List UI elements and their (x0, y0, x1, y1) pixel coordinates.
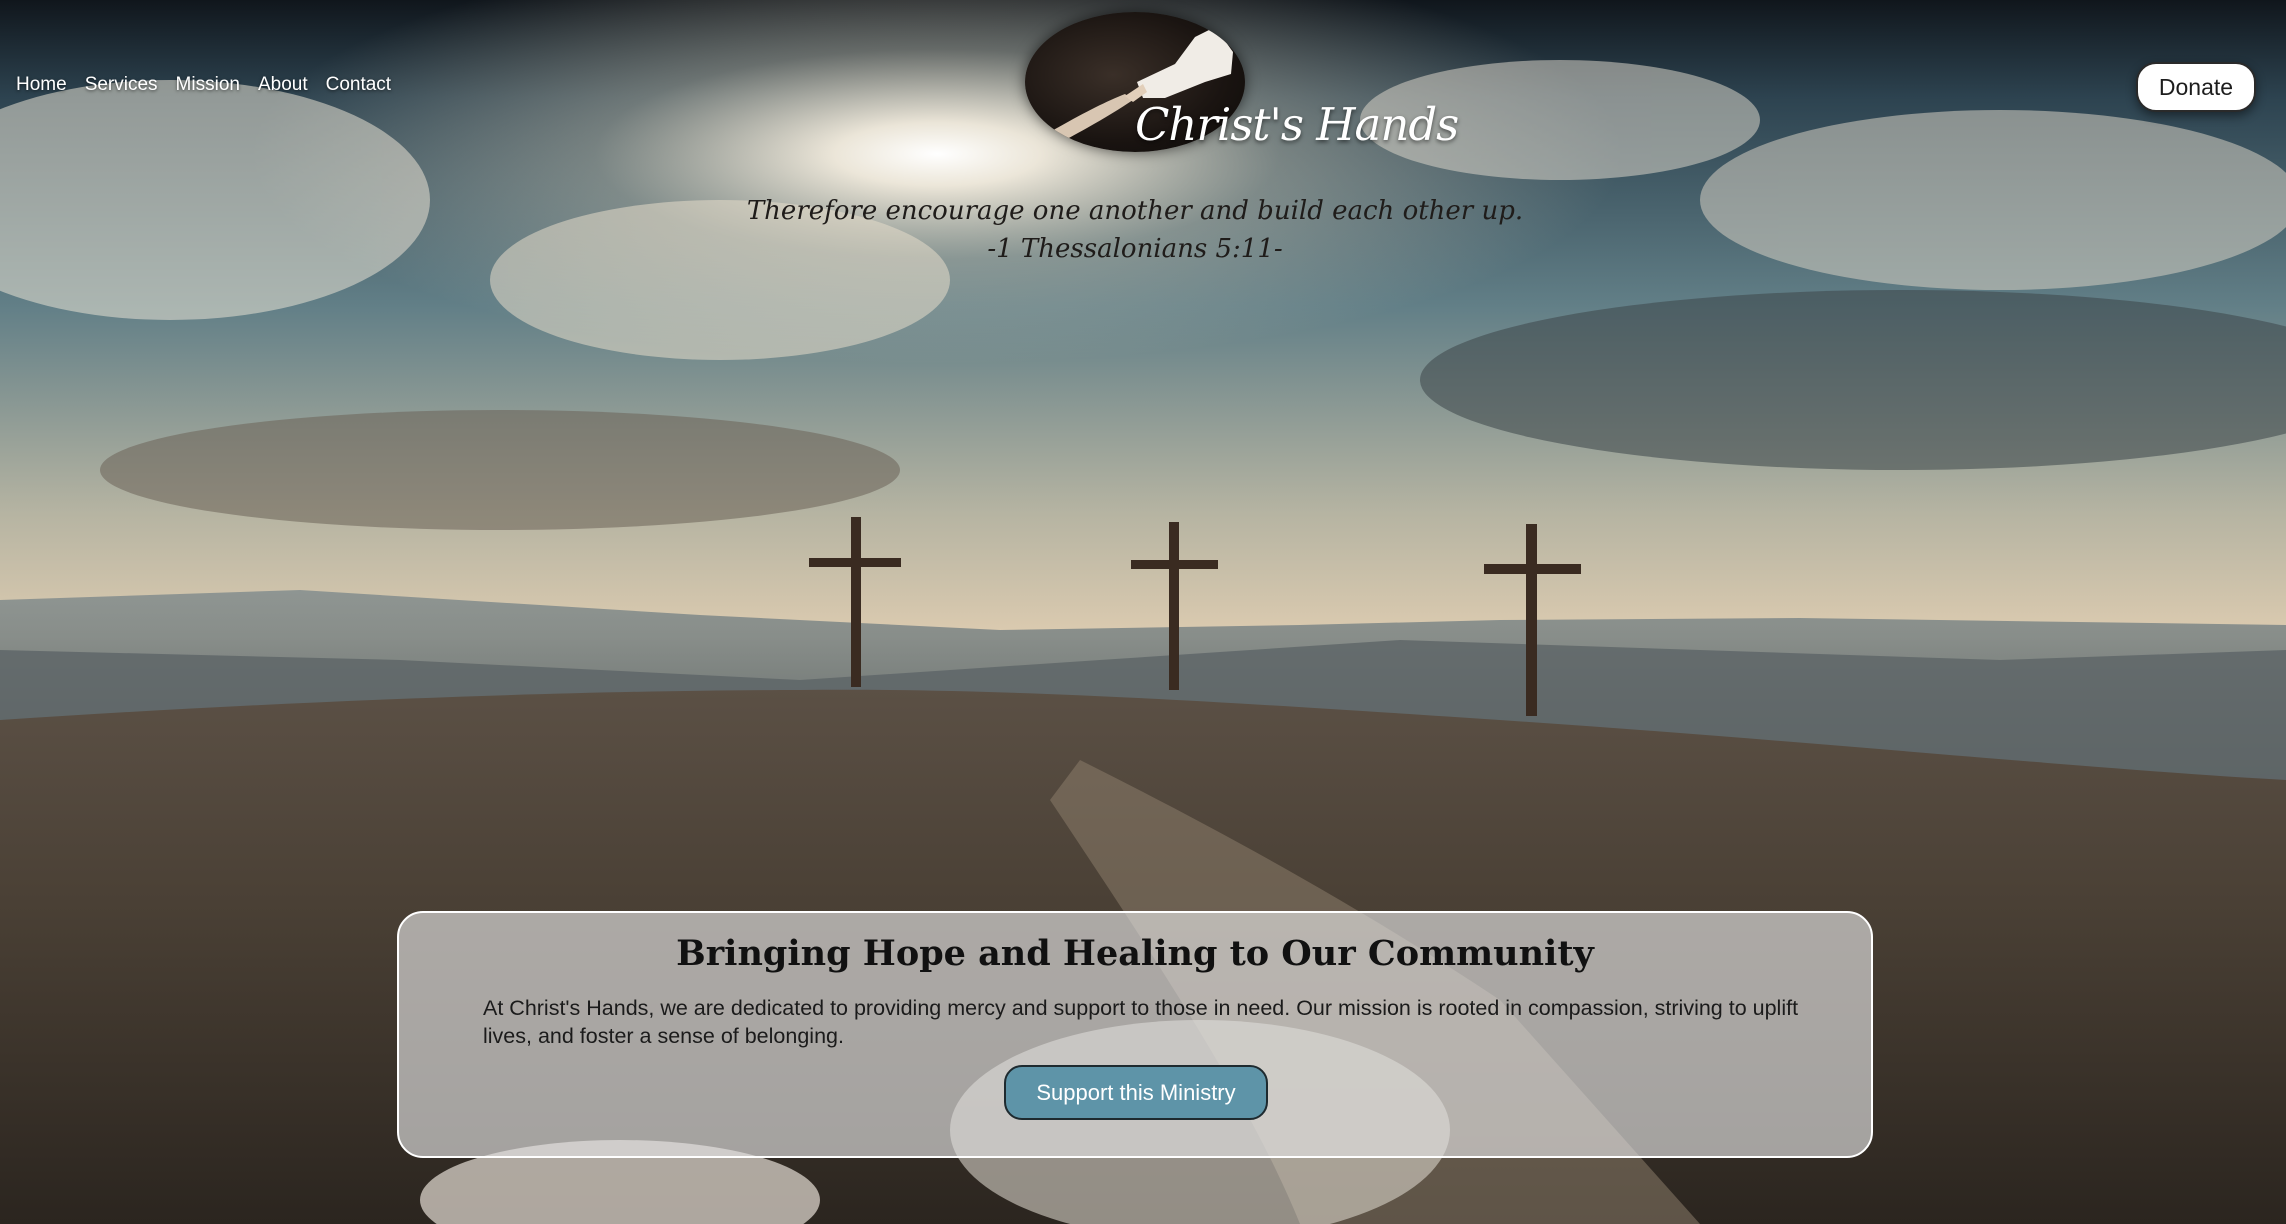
donate-button[interactable]: Donate (2136, 62, 2256, 112)
support-ministry-button[interactable]: Support this Ministry (1004, 1065, 1268, 1120)
site-logo[interactable]: Christ's Hands (1023, 10, 1459, 160)
mission-card: Bringing Hope and Healing to Our Communi… (397, 911, 1873, 1158)
logo-text: Christ's Hands (1135, 98, 1459, 151)
hero-description: At Christ's Hands, we are dedicated to p… (483, 996, 1799, 1048)
nav-about-link[interactable]: About (258, 74, 308, 96)
nav-mission-link[interactable]: Mission (176, 74, 240, 96)
main-nav: Home Services Mission About Contact (16, 74, 391, 96)
nav-contact-link[interactable]: Contact (326, 74, 391, 96)
nav-home-link[interactable]: Home (16, 74, 67, 96)
hero-title: Bringing Hope and Healing to Our Communi… (676, 933, 1594, 974)
verse-text: Therefore encourage one another and buil… (746, 196, 1524, 226)
nav-services-link[interactable]: Services (85, 74, 158, 96)
verse-reference: -1 Thessalonians 5:11- (987, 234, 1283, 264)
bible-verse: Therefore encourage one another and buil… (700, 192, 1570, 268)
